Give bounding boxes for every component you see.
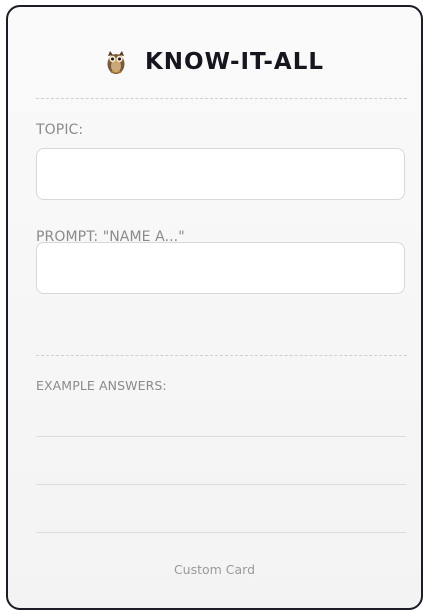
header-divider — [36, 98, 407, 99]
example-answer-line-2[interactable] — [36, 484, 406, 485]
prompt-input[interactable] — [36, 242, 405, 294]
card-title: KNOW-IT-ALL — [144, 49, 325, 75]
card-header: KNOW-IT-ALL — [8, 42, 421, 82]
custom-card: KNOW-IT-ALL TOPIC: PROMPT: "NAME A..." E… — [6, 5, 423, 610]
example-answer-line-1[interactable] — [36, 436, 406, 437]
owl-icon — [107, 51, 125, 74]
topic-label: TOPIC: — [36, 122, 84, 138]
example-answer-line-3[interactable] — [36, 532, 406, 533]
card-footer: Custom Card — [173, 562, 256, 577]
section-divider — [36, 355, 407, 356]
examples-label: EXAMPLE ANSWERS: — [36, 378, 167, 393]
topic-input[interactable] — [36, 148, 405, 200]
